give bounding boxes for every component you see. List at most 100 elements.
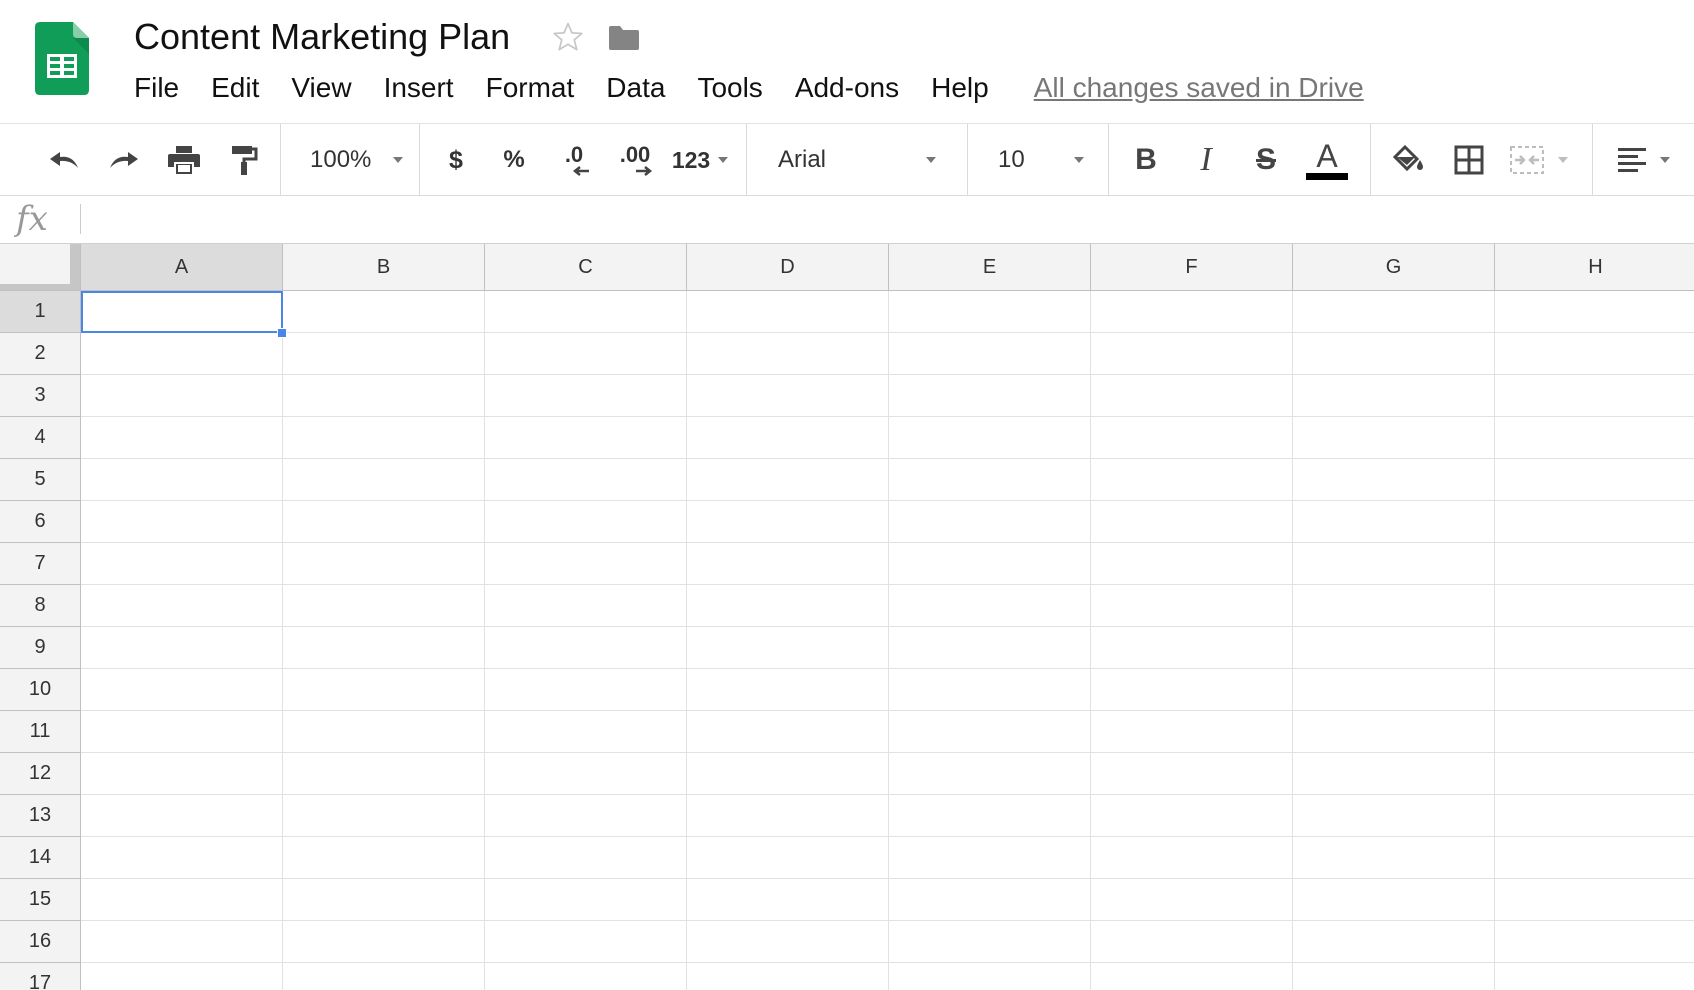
menu-insert[interactable]: Insert bbox=[384, 72, 454, 104]
formula-divider bbox=[80, 204, 81, 234]
horizontal-align-button[interactable] bbox=[1606, 124, 1680, 196]
menu-view[interactable]: View bbox=[291, 72, 351, 104]
undo-icon bbox=[50, 152, 78, 168]
row-header-12[interactable]: 12 bbox=[0, 753, 81, 795]
zoom-select[interactable]: 100% bbox=[296, 124, 406, 196]
format-percent-button[interactable]: % bbox=[492, 124, 536, 196]
increase-decimal-label: .00 bbox=[619, 142, 651, 167]
strikethrough-button[interactable]: S bbox=[1242, 124, 1290, 196]
bold-button[interactable]: B bbox=[1122, 124, 1170, 196]
menu-format[interactable]: Format bbox=[486, 72, 575, 104]
select-all-corner[interactable] bbox=[0, 244, 81, 291]
active-cell-a1[interactable] bbox=[81, 291, 283, 333]
text-color-icon: A bbox=[1316, 137, 1338, 174]
font-size-value: 10 bbox=[998, 146, 1025, 173]
text-color-button[interactable]: A bbox=[1302, 124, 1352, 196]
borders-button[interactable] bbox=[1444, 124, 1494, 196]
arrow-right-icon bbox=[636, 166, 653, 176]
font-family-value: Arial bbox=[778, 146, 827, 173]
spreadsheet-grid: A B C D E F G H 1 2 3 4 5 6 7 8 9 10 11 … bbox=[0, 244, 1694, 990]
font-family-select[interactable]: Arial bbox=[760, 124, 952, 196]
row-header-5[interactable]: 5 bbox=[0, 459, 81, 501]
fill-handle[interactable] bbox=[277, 328, 287, 338]
column-header-f[interactable]: F bbox=[1091, 244, 1293, 291]
bold-icon: B bbox=[1135, 143, 1157, 176]
paint-format-icon bbox=[232, 146, 258, 175]
fx-icon: fx bbox=[16, 199, 48, 239]
toolbar-separator bbox=[419, 124, 420, 196]
row-header-16[interactable]: 16 bbox=[0, 921, 81, 963]
toolbar-separator bbox=[280, 124, 281, 196]
menu-bar: File Edit View Insert Format Data Tools … bbox=[134, 70, 1364, 106]
row-header-1[interactable]: 1 bbox=[0, 291, 81, 333]
row-header-13[interactable]: 13 bbox=[0, 795, 81, 837]
row-header-9[interactable]: 9 bbox=[0, 627, 81, 669]
menu-data[interactable]: Data bbox=[606, 72, 665, 104]
chevron-down-icon bbox=[1558, 157, 1568, 163]
row-header-10[interactable]: 10 bbox=[0, 669, 81, 711]
column-header-e[interactable]: E bbox=[889, 244, 1091, 291]
toolbar-separator bbox=[1592, 124, 1593, 196]
cell-area[interactable] bbox=[81, 291, 1694, 990]
print-icon bbox=[168, 146, 200, 174]
redo-button[interactable] bbox=[100, 124, 148, 196]
row-header-15[interactable]: 15 bbox=[0, 879, 81, 921]
increase-decimal-button[interactable]: .00 bbox=[610, 124, 660, 196]
chevron-down-icon bbox=[393, 157, 404, 163]
row-header-4[interactable]: 4 bbox=[0, 417, 81, 459]
document-title[interactable]: Content Marketing Plan bbox=[134, 16, 510, 58]
strikethrough-icon: S bbox=[1255, 143, 1276, 176]
row-header-14[interactable]: 14 bbox=[0, 837, 81, 879]
chevron-down-icon bbox=[718, 157, 729, 163]
menu-tools[interactable]: Tools bbox=[697, 72, 762, 104]
row-header-7[interactable]: 7 bbox=[0, 543, 81, 585]
google-sheets-icon[interactable] bbox=[35, 22, 89, 95]
font-size-select[interactable]: 10 bbox=[980, 124, 1098, 196]
column-header-c[interactable]: C bbox=[485, 244, 687, 291]
italic-icon: I bbox=[1200, 141, 1212, 178]
merge-cells-icon bbox=[1510, 146, 1544, 174]
chevron-down-icon bbox=[1074, 157, 1084, 163]
print-button[interactable] bbox=[160, 124, 208, 196]
row-header-2[interactable]: 2 bbox=[0, 333, 81, 375]
toolbar-separator bbox=[967, 124, 968, 196]
decrease-decimal-label: .0 bbox=[564, 142, 584, 167]
formula-input[interactable] bbox=[90, 202, 1680, 236]
menu-edit[interactable]: Edit bbox=[211, 72, 259, 104]
chevron-down-icon bbox=[1660, 157, 1670, 163]
italic-button[interactable]: I bbox=[1182, 124, 1230, 196]
fill-color-button[interactable] bbox=[1384, 124, 1434, 196]
decrease-decimal-button[interactable]: .0 bbox=[550, 124, 598, 196]
row-header-8[interactable]: 8 bbox=[0, 585, 81, 627]
row-header-17[interactable]: 17 bbox=[0, 963, 81, 990]
save-status-link[interactable]: All changes saved in Drive bbox=[1034, 72, 1364, 104]
chevron-down-icon bbox=[926, 157, 936, 163]
currency-label: $ bbox=[449, 145, 463, 174]
menu-file[interactable]: File bbox=[134, 72, 179, 104]
menu-help[interactable]: Help bbox=[931, 72, 989, 104]
folder-icon[interactable] bbox=[607, 24, 641, 52]
undo-button[interactable] bbox=[40, 124, 88, 196]
header: Content Marketing Plan File Edit View In… bbox=[0, 0, 1694, 124]
zoom-value: 100% bbox=[310, 146, 372, 173]
toolbar-separator bbox=[746, 124, 747, 196]
paint-format-button[interactable] bbox=[220, 124, 268, 196]
row-header-6[interactable]: 6 bbox=[0, 501, 81, 543]
toolbar-separator bbox=[1370, 124, 1371, 196]
frozen-rows-handle[interactable] bbox=[0, 284, 80, 290]
row-header-11[interactable]: 11 bbox=[0, 711, 81, 753]
star-icon[interactable] bbox=[551, 20, 585, 54]
column-header-d[interactable]: D bbox=[687, 244, 889, 291]
column-header-h[interactable]: H bbox=[1495, 244, 1694, 291]
menu-add-ons[interactable]: Add-ons bbox=[795, 72, 899, 104]
borders-icon bbox=[1454, 145, 1484, 175]
more-formats-button[interactable]: 123 bbox=[666, 124, 734, 196]
redo-icon bbox=[110, 152, 138, 168]
column-header-b[interactable]: B bbox=[283, 244, 485, 291]
column-header-g[interactable]: G bbox=[1293, 244, 1495, 291]
format-currency-button[interactable]: $ bbox=[434, 124, 478, 196]
merge-cells-button[interactable] bbox=[1504, 124, 1574, 196]
row-header-3[interactable]: 3 bbox=[0, 375, 81, 417]
formula-bar: fx bbox=[0, 196, 1694, 244]
column-header-a[interactable]: A bbox=[81, 244, 283, 291]
